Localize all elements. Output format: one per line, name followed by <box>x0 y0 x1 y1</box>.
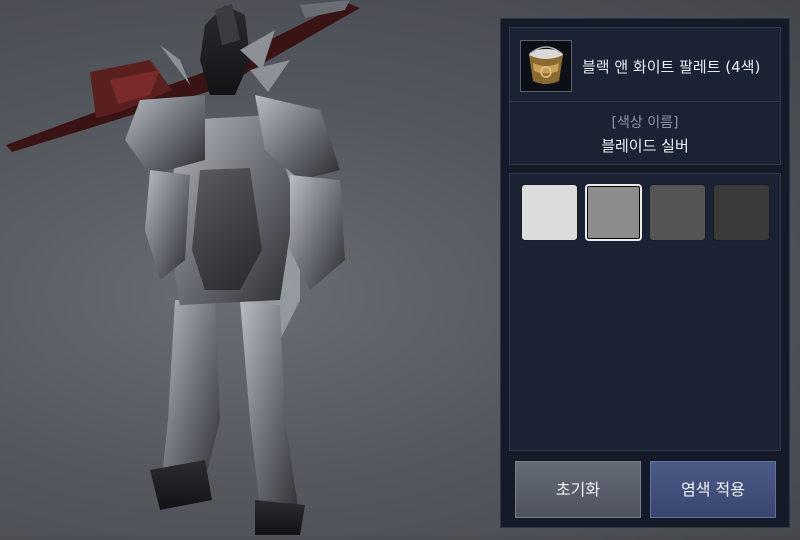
color-swatch-4[interactable] <box>713 184 770 241</box>
dye-item-header: 블랙 앤 화이트 팔레트 (4색) <box>509 27 781 105</box>
character-preview[interactable] <box>0 0 500 536</box>
dye-item-title: 블랙 앤 화이트 팔레트 (4색) <box>582 58 761 76</box>
color-swatch-2[interactable] <box>585 184 642 241</box>
color-name-box: [색상 이름] 블레이드 실버 <box>509 101 781 165</box>
reset-button[interactable]: 초기화 <box>515 461 641 518</box>
dye-bucket-icon <box>520 40 572 92</box>
armored-knight-model <box>6 0 360 535</box>
apply-dye-button[interactable]: 염색 적용 <box>650 461 776 518</box>
dye-panel: 블랙 앤 화이트 팔레트 (4색) [색상 이름] 블레이드 실버 초기화 염색… <box>500 18 790 528</box>
color-swatch-3[interactable] <box>649 184 706 241</box>
color-name-label: [색상 이름] <box>611 115 679 131</box>
color-swatch-1[interactable] <box>521 184 578 241</box>
swatch-grid <box>509 173 781 451</box>
color-name-value: 블레이드 실버 <box>601 137 689 155</box>
